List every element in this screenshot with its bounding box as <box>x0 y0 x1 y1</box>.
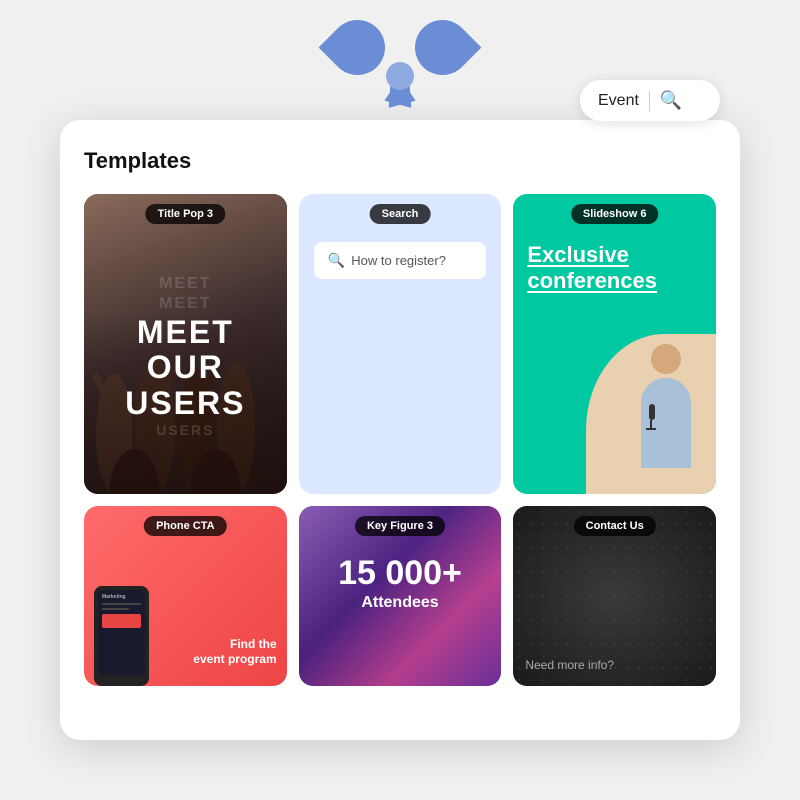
main-card: Templates <box>60 120 740 740</box>
meet-echo-1: USERS <box>125 421 245 439</box>
meet-echo-2: USERS <box>125 439 245 455</box>
meet-main-2: OUR <box>125 350 245 385</box>
meet-ghost-1: MEET <box>125 274 245 295</box>
bow-right-wing <box>404 9 482 87</box>
mock-search-icon: 🔍 <box>328 252 345 269</box>
templates-grid: MEET MEET MEET OUR USERS USERS USERS Tit… <box>84 194 716 686</box>
search-input-mock: 🔍 How to register? <box>314 242 486 279</box>
floating-search-bar[interactable]: Event 🔍 <box>580 80 720 121</box>
cta-line1: Find the <box>193 637 276 653</box>
card-key-figure[interactable]: Key Figure 3 15 000+ Attendees <box>299 506 502 686</box>
phone-cta-text: Find the event program <box>193 637 276 668</box>
cta-line2: event program <box>193 652 276 668</box>
card-phone-cta[interactable]: Phone CTA Marketing Find the event progr… <box>84 506 287 686</box>
phone-mock: Marketing <box>94 586 149 686</box>
title-pop-bg: MEET MEET MEET OUR USERS USERS USERS <box>84 194 287 494</box>
bow-center-knot <box>386 62 414 90</box>
search-bar-divider <box>649 91 650 111</box>
card-title-pop[interactable]: MEET MEET MEET OUR USERS USERS USERS Tit… <box>84 194 287 494</box>
phone-cta-badge: Phone CTA <box>144 516 226 536</box>
contact-bottom-text: Need more info? <box>525 654 704 672</box>
person-head <box>651 344 681 374</box>
key-figure-label: Attendees <box>299 594 502 612</box>
search-badge: Search <box>370 204 431 224</box>
meet-ghost-2: MEET <box>125 294 245 315</box>
outer-wrapper: Event 🔍 Templates <box>60 60 740 740</box>
slide-title-line2: conferences <box>527 268 702 294</box>
contact-badge: Contact Us <box>574 516 656 536</box>
slideshow-badge: Slideshow 6 <box>571 204 659 224</box>
phone-screen: Marketing <box>98 590 145 675</box>
card-contact[interactable]: Contact Us Need more info? <box>513 506 716 686</box>
contact-subtitle: Need more info? <box>525 658 704 672</box>
card-slideshow[interactable]: Slideshow 6 Exclusive conferences <box>513 194 716 494</box>
title-pop-badge: Title Pop 3 <box>146 204 225 224</box>
search-bar-label: Event <box>598 92 639 110</box>
meet-text-stack: MEET MEET MEET OUR USERS USERS USERS <box>125 274 245 455</box>
search-query-text: How to register? <box>351 253 446 268</box>
key-figure-badge: Key Figure 3 <box>355 516 445 536</box>
page-title: Templates <box>84 148 716 174</box>
meet-main-1: MEET <box>125 315 245 350</box>
bow-left-wing <box>319 9 397 87</box>
speaker-silhouette <box>626 344 706 494</box>
meet-main-3: USERS <box>125 386 245 421</box>
search-icon[interactable]: 🔍 <box>660 90 682 111</box>
bow-decoration <box>330 0 470 90</box>
phone-screen-label: Marketing <box>102 594 141 600</box>
slide-title-line1: Exclusive <box>527 242 702 268</box>
card-search[interactable]: Search 🔍 How to register? <box>299 194 502 494</box>
